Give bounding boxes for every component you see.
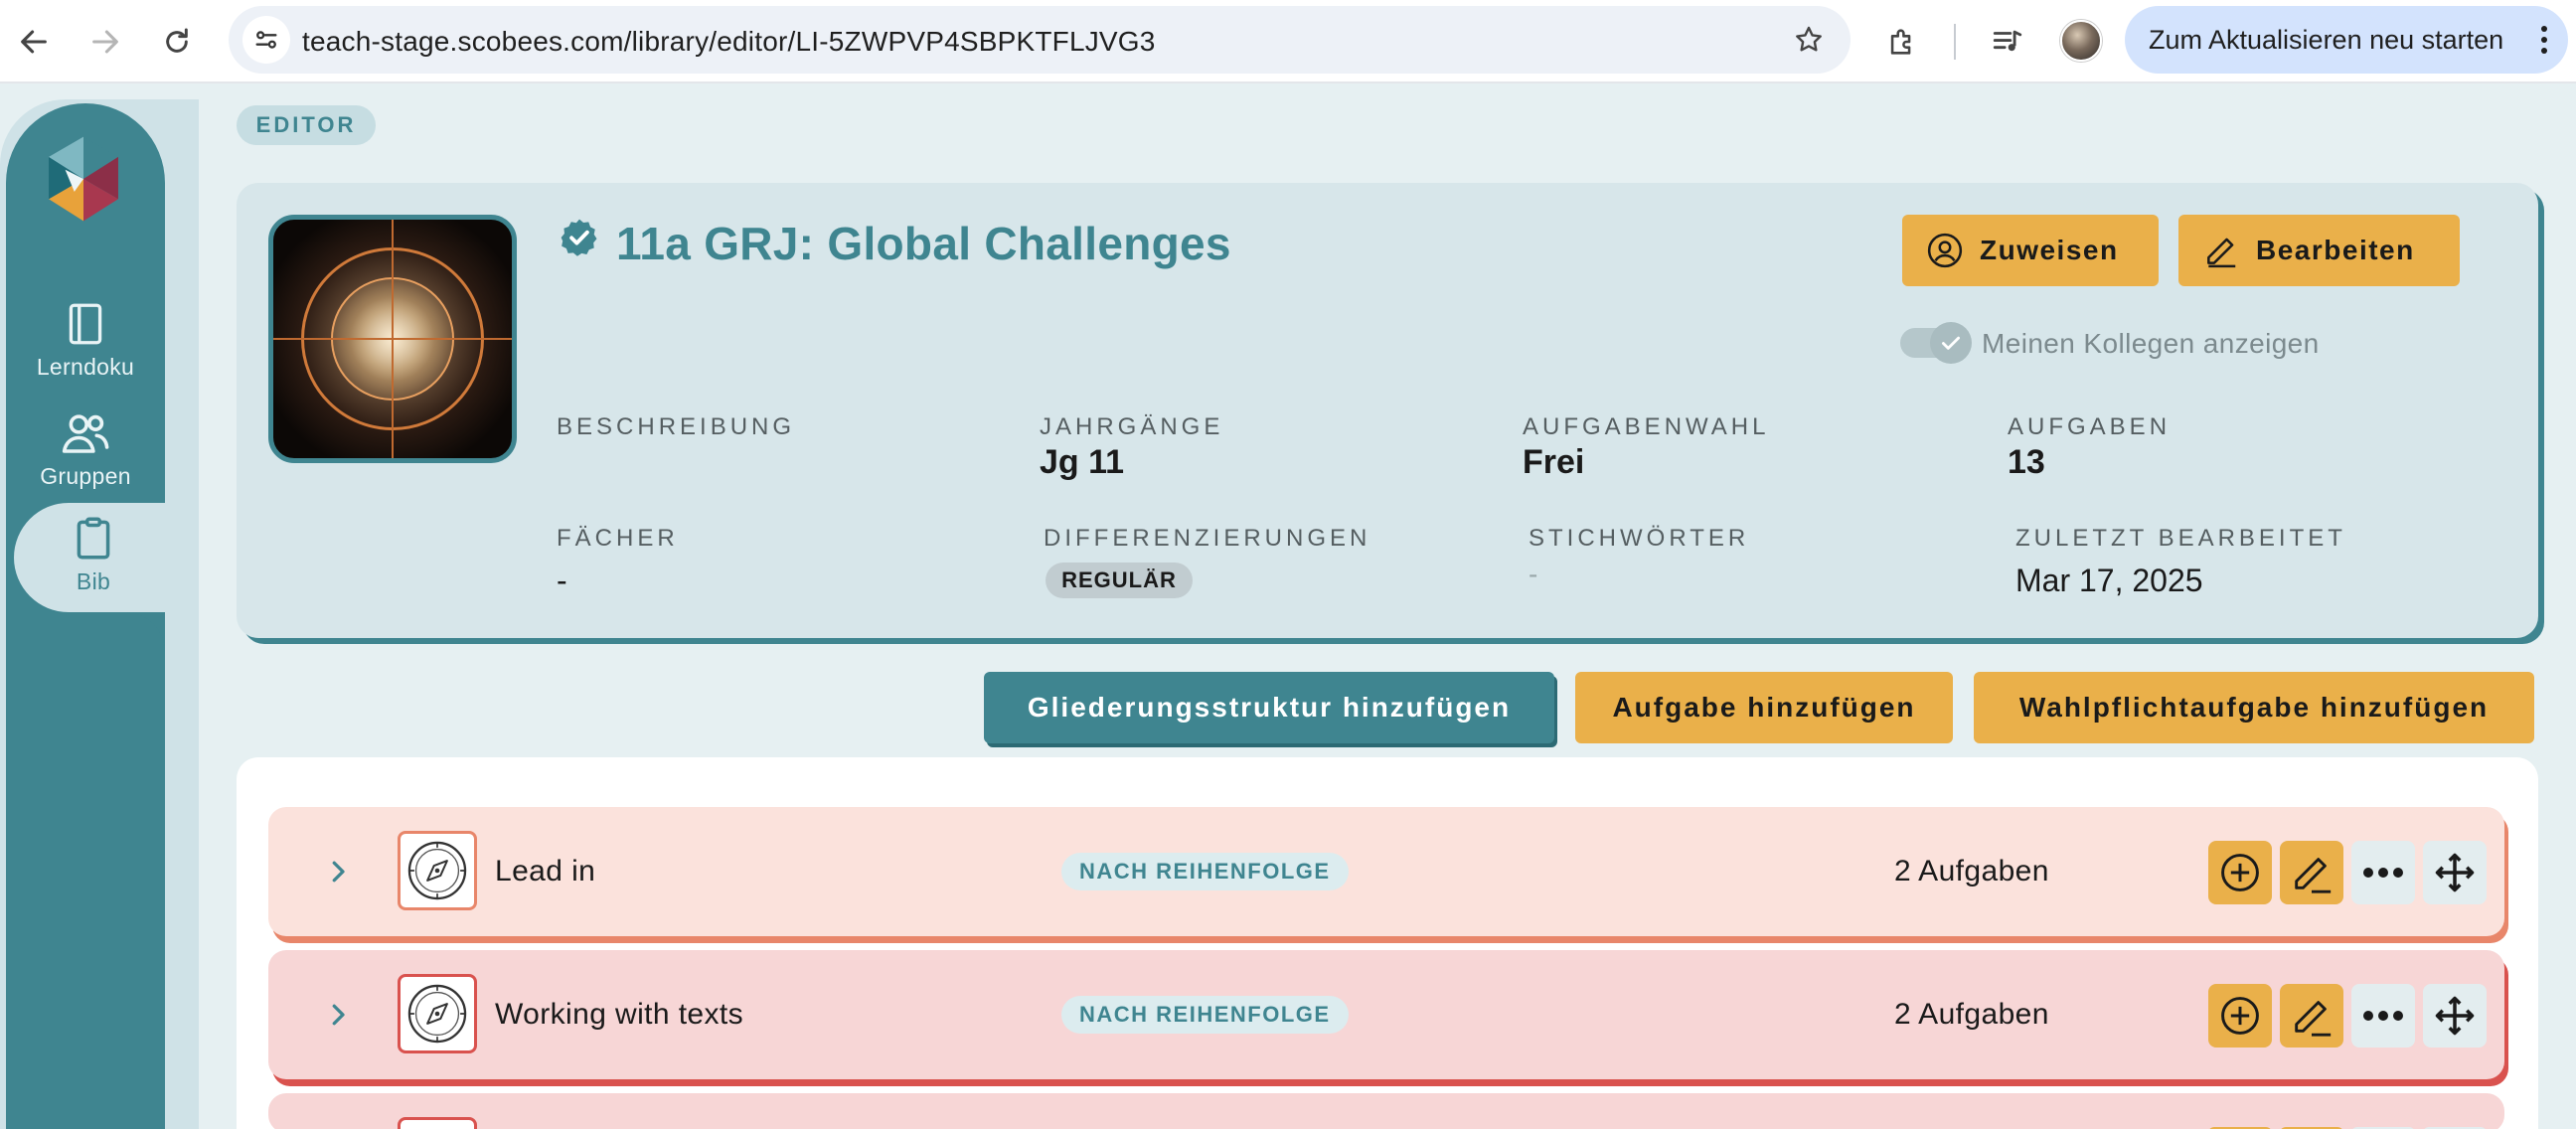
drag-handle[interactable] (2423, 841, 2487, 904)
task-count: 2 Aufgaben (1894, 855, 2049, 887)
playlist-music-icon (1993, 30, 2022, 52)
reload-icon (166, 28, 188, 53)
assign-button[interactable]: Zuweisen (1902, 215, 2159, 286)
task-choice-value: Frei (1523, 443, 1585, 481)
users-icon (58, 405, 113, 461)
drag-handle[interactable] (2423, 984, 2487, 1048)
keywords-value: - (1529, 559, 1538, 589)
chevron-right-icon[interactable] (318, 995, 358, 1035)
address-bar[interactable]: teach-stage.scobees.com/library/editor/L… (229, 6, 1851, 74)
last-edited-value: Mar 17, 2025 (2015, 563, 2203, 598)
more-horiz-icon (2363, 868, 2403, 878)
extensions-button[interactable] (1878, 18, 1926, 66)
more-vert-icon[interactable] (2534, 20, 2554, 60)
clipboard-icon (66, 511, 121, 566)
user-circle-icon (1924, 230, 1966, 271)
order-badge: NACH REIHENFOLGE (1061, 853, 1349, 890)
arrow-left-icon (21, 30, 47, 54)
last-edited-label: ZULETZT BEARBEITET (2015, 525, 2346, 552)
sidebar-lower (6, 612, 165, 1129)
subjects-label: FÄCHER (557, 525, 679, 552)
add-task-to-section-button[interactable] (2208, 841, 2272, 904)
sidebar-item-label: Gruppen (40, 463, 131, 489)
subjects-value: - (557, 563, 567, 598)
section-name: Working with texts (495, 998, 744, 1031)
section-row[interactable]: Working with texts NACH REIHENFOLGE 2 Au… (268, 950, 2504, 1079)
course-title: 11a GRJ: Global Challenges (616, 218, 1231, 269)
check-icon (1930, 322, 1972, 364)
grades-value: Jg 11 (1040, 443, 1125, 481)
chevron-right-icon[interactable] (318, 852, 358, 891)
task-count: 2 Aufgaben (1894, 998, 2049, 1031)
compass-icon (398, 1117, 477, 1129)
plus-circle-icon (2221, 997, 2259, 1035)
compass-icon (398, 974, 477, 1053)
reload-button[interactable] (153, 18, 201, 66)
url-text[interactable]: teach-stage.scobees.com/library/editor/L… (302, 26, 1156, 58)
sidebar-item-gruppen[interactable]: Gruppen (6, 398, 165, 507)
grades-label: JAHRGÄNGE (1040, 413, 1224, 440)
course-cover-image (268, 215, 517, 463)
arrow-right-icon (92, 30, 118, 54)
edit-button-label: Bearbeiten (2256, 235, 2415, 265)
add-structure-button[interactable]: Gliederungsstruktur hinzufügen (984, 672, 1554, 743)
add-task-button[interactable]: Aufgabe hinzufügen (1575, 672, 1953, 743)
add-task-to-section-button[interactable] (2208, 984, 2272, 1048)
site-info-button[interactable] (242, 16, 290, 64)
differentiation-badge: REGULÄR (1046, 563, 1193, 598)
edit-section-button[interactable] (2280, 841, 2343, 904)
scobees-logo-icon[interactable] (38, 133, 129, 225)
puzzle-icon (1890, 29, 1911, 55)
edit-section-button[interactable] (2280, 984, 2343, 1048)
verified-badge-icon (561, 219, 597, 256)
differentiation-label: DIFFERENZIERUNGEN (1044, 525, 1371, 552)
more-options-button[interactable] (2351, 841, 2415, 904)
star-icon (1796, 26, 1822, 52)
plus-circle-icon (2221, 854, 2259, 891)
move-icon (2435, 996, 2475, 1036)
back-button[interactable] (10, 18, 58, 66)
pencil-icon (2295, 1001, 2332, 1037)
browser-toolbar: teach-stage.scobees.com/library/editor/L… (0, 0, 2576, 83)
profile-avatar[interactable] (2060, 20, 2102, 62)
tune-icon (255, 31, 277, 49)
sidebar-item-bib[interactable]: Bib (14, 503, 199, 612)
show-colleagues-toggle[interactable] (1900, 322, 1972, 364)
more-options-button[interactable] (2351, 984, 2415, 1048)
section-row[interactable]: Lead in NACH REIHENFOLGE 2 Aufgaben (268, 807, 2504, 936)
notebook-icon (58, 296, 113, 352)
task-choice-label: AUFGABENWAHL (1523, 413, 1770, 440)
description-label: BESCHREIBUNG (557, 413, 796, 440)
section-row[interactable] (268, 1093, 2504, 1129)
sidebar-item-label: Bib (76, 568, 111, 594)
tasks-count: 13 (2008, 443, 2045, 481)
pencil-icon (2200, 230, 2242, 271)
update-restart-label: Zum Aktualisieren neu starten (2149, 24, 2504, 55)
section-name: Lead in (495, 855, 596, 887)
edit-button[interactable]: Bearbeiten (2178, 215, 2460, 286)
media-control-button[interactable] (1984, 18, 2031, 66)
more-horiz-icon (2363, 1011, 2403, 1021)
bookmark-button[interactable] (1787, 18, 1831, 62)
move-icon (2435, 853, 2475, 892)
sidebar-item-label: Lerndoku (36, 354, 135, 380)
toolbar-divider (1954, 24, 1956, 60)
order-badge: NACH REIHENFOLGE (1061, 996, 1349, 1034)
update-restart-button[interactable]: Zum Aktualisieren neu starten (2125, 6, 2568, 74)
pencil-icon (2295, 858, 2332, 893)
forward-button[interactable] (81, 18, 129, 66)
show-colleagues-label: Meinen Kollegen anzeigen (1982, 328, 2320, 359)
add-elective-task-button[interactable]: Wahlpflichtaufgabe hinzufügen (1974, 672, 2534, 743)
tasks-label: AUFGABEN (2008, 413, 2172, 440)
editor-chip: EDITOR (237, 105, 376, 145)
compass-icon (398, 831, 477, 910)
keywords-label: STICHWÖRTER (1529, 525, 1750, 552)
sidebar-item-lerndoku[interactable]: Lerndoku (6, 288, 165, 398)
assign-button-label: Zuweisen (1980, 235, 2119, 265)
